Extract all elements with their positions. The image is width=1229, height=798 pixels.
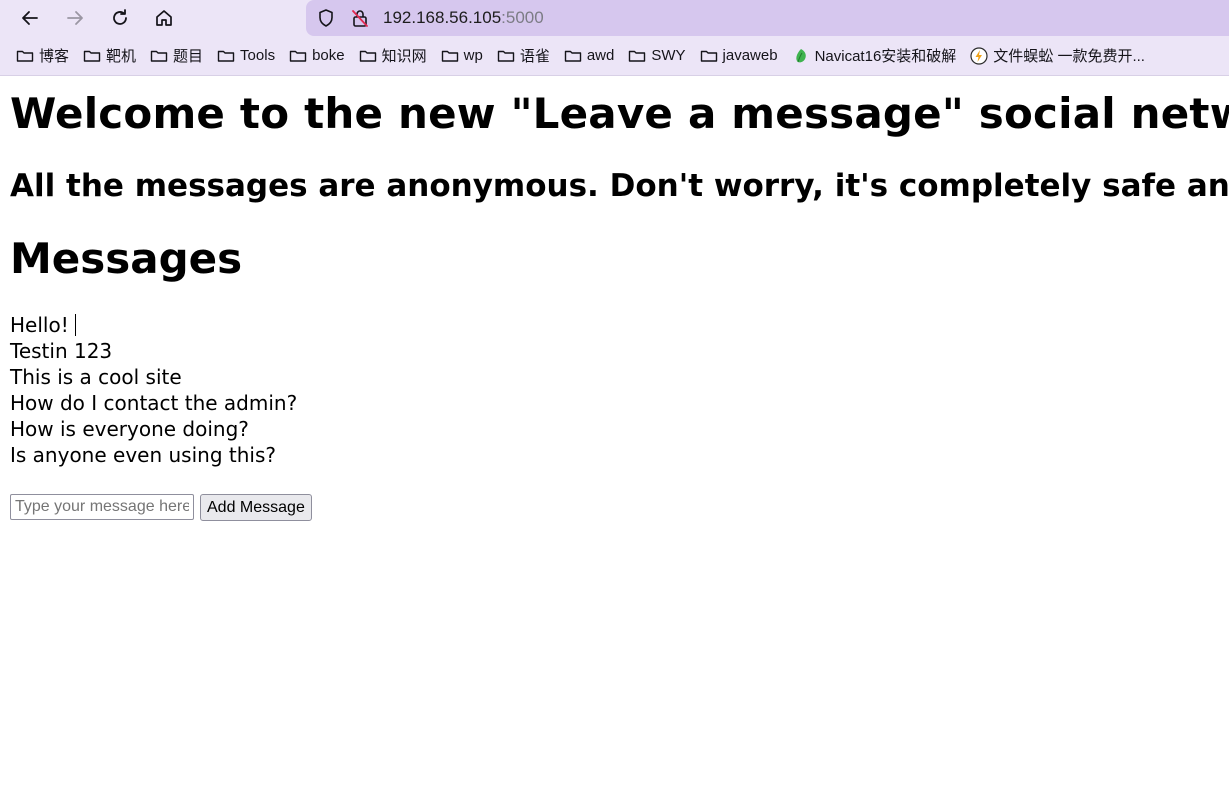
browser-toolbar: 192.168.56.105:5000	[0, 0, 1229, 36]
folder-icon	[217, 47, 235, 65]
bookmark-label: SWY	[651, 47, 686, 64]
folder-icon	[497, 47, 515, 65]
message-item: How is everyone doing?	[10, 417, 249, 441]
bookmark-label: 文件蜈蚣 一款免费开...	[993, 48, 1145, 65]
home-icon	[156, 10, 172, 26]
bookmark-label: 靶机	[106, 48, 137, 65]
bookmark-label: 题目	[173, 48, 204, 65]
shield-icon[interactable]	[315, 7, 337, 29]
folder-icon	[564, 47, 582, 65]
reload-button[interactable]	[106, 4, 134, 32]
bookmark-folder-8[interactable]: awd	[564, 47, 615, 65]
bookmark-folder-0[interactable]: 博客	[16, 45, 69, 66]
page-subtitle: All the messages are anonymous. Don't wo…	[10, 168, 1229, 204]
bookmark-folder-4[interactable]: boke	[289, 47, 345, 65]
bookmark-label: Tools	[240, 47, 276, 64]
message-item: Testin 123	[10, 339, 113, 363]
lightning-icon	[970, 46, 988, 65]
bookmark-folder-3[interactable]: Tools	[217, 47, 275, 65]
message-item: Hello!	[10, 312, 297, 338]
folder-icon	[16, 47, 34, 65]
url-host: 192.168.56.105	[383, 8, 502, 27]
message-item: This is a cool site	[10, 365, 182, 389]
bookmark-label: 博客	[39, 48, 70, 65]
folder-icon	[700, 47, 718, 65]
bookmark-label: Navicat16安装和破解	[814, 48, 957, 65]
reload-icon	[113, 9, 127, 25]
folder-icon	[83, 47, 101, 65]
bookmark-label: awd	[586, 47, 615, 64]
bookmark-folder-6[interactable]: wp	[441, 47, 483, 65]
page-title: Welcome to the new "Leave a message" soc…	[10, 89, 1229, 138]
bookmark-label: 知识网	[381, 48, 427, 65]
home-button[interactable]	[150, 4, 178, 32]
message-input[interactable]	[10, 494, 194, 520]
add-message-button[interactable]: Add Message	[200, 494, 312, 521]
leaf-icon	[792, 47, 810, 65]
bookmark-folder-10[interactable]: javaweb	[700, 47, 778, 65]
bookmark-folder-7[interactable]: 语雀	[497, 45, 550, 66]
folder-icon	[441, 47, 459, 65]
back-button[interactable]	[16, 4, 44, 32]
bookmark-folder-2[interactable]: 题目	[150, 45, 203, 66]
messages-list: Hello! Testin 123 This is a cool site Ho…	[10, 312, 297, 468]
folder-icon	[628, 47, 646, 65]
bookmark-label: boke	[312, 47, 345, 64]
bookmark-link-12[interactable]: 文件蜈蚣 一款免费开...	[970, 45, 1145, 66]
insecure-lock-icon[interactable]	[349, 7, 371, 29]
bookmark-label: javaweb	[722, 47, 778, 64]
forward-button[interactable]	[61, 4, 89, 32]
bookmark-folder-9[interactable]: SWY	[628, 47, 686, 65]
message-item: Is anyone even using this?	[10, 443, 276, 467]
url-bar[interactable]: 192.168.56.105:5000	[306, 0, 1229, 36]
folder-icon	[150, 47, 168, 65]
url-text[interactable]: 192.168.56.105:5000	[383, 8, 544, 28]
text-cursor	[74, 314, 76, 336]
bookmark-label: wp	[463, 47, 483, 64]
message-item: How do I contact the admin?	[10, 391, 298, 415]
folder-icon	[359, 47, 377, 65]
arrow-right-icon	[67, 11, 83, 25]
messages-heading: Messages	[10, 234, 243, 283]
bookmark-label: 语雀	[519, 48, 550, 65]
folder-icon	[289, 47, 307, 65]
page-content: Welcome to the new "Leave a message" soc…	[0, 76, 1229, 798]
url-port: :5000	[501, 8, 544, 27]
bookmark-folder-1[interactable]: 靶机	[83, 45, 136, 66]
bookmark-link-11[interactable]: Navicat16安装和破解	[792, 45, 957, 66]
arrow-left-icon	[22, 11, 38, 25]
bookmarks-bar: 博客 靶机 题目 Tools boke 知识网 wp 语雀 awd SWY ja…	[0, 36, 1229, 76]
bookmark-folder-5[interactable]: 知识网	[359, 45, 427, 66]
message-text: Hello!	[10, 313, 69, 337]
